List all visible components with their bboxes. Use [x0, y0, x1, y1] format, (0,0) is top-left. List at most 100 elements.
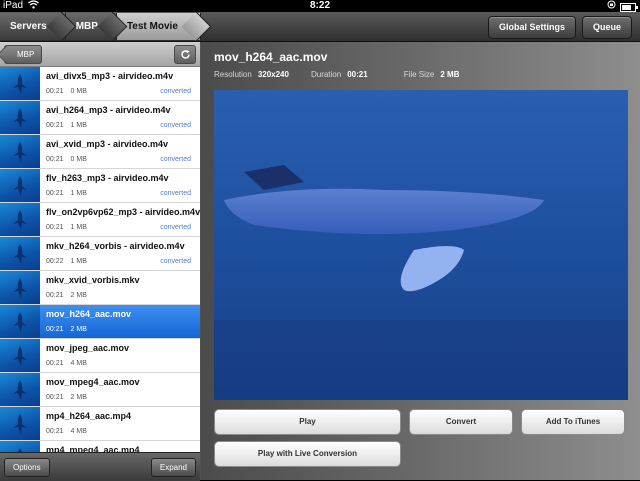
- list-item[interactable]: mov_mpeg4_aac.mov 00:21 2 MB: [0, 373, 200, 407]
- sidebar-footer: Options Expand: [0, 452, 200, 481]
- video-thumbnail: [0, 407, 40, 440]
- dolphin-icon: [13, 414, 27, 434]
- status-bar: iPad 8:22: [0, 0, 640, 12]
- list-item[interactable]: avi_xvid_mp3 - airvideo.m4v 00:21 0 MB conv…: [0, 135, 200, 169]
- video-thumbnail: [0, 339, 40, 372]
- file-name: avi_divx5_mp3 - airvideo.m4v: [46, 71, 174, 81]
- resolution-label: Resolution: [214, 70, 252, 79]
- play-button[interactable]: Play: [214, 409, 401, 435]
- video-info: Resolution 320x240 Duration 00:21 File S…: [214, 70, 460, 79]
- file-duration: 00:21: [46, 292, 64, 299]
- list-item[interactable]: flv_on2vp6vp62_mp3 - airvideo.m4v 00:21 1 …: [0, 203, 200, 237]
- back-button[interactable]: MBP: [4, 45, 43, 64]
- file-name: mp4_h264_aac.mp4: [46, 411, 132, 421]
- breadcrumb-test-movie[interactable]: Test Movie: [116, 13, 201, 40]
- duration-value: 00:21: [347, 70, 368, 79]
- file-name: mp4_mpeg4_aac.mp4: [46, 445, 140, 452]
- file-meta: 00:21 1 MB: [46, 122, 94, 129]
- play-live-conversion-button[interactable]: Play with Live Conversion: [214, 441, 401, 467]
- file-duration: 00:21: [46, 224, 64, 231]
- global-settings-button[interactable]: Global Settings: [487, 16, 576, 39]
- list-item[interactable]: avi_h264_mp3 - airvideo.m4v 00:21 1 MB conv…: [0, 101, 200, 135]
- video-thumbnail: [0, 271, 40, 304]
- list-item[interactable]: mkv_xvid_vorbis.mkv 00:21 2 MB: [0, 271, 200, 305]
- dolphin-icon: [13, 244, 27, 264]
- file-duration: 00:21: [46, 88, 64, 95]
- video-thumbnail: [0, 373, 40, 406]
- file-name: mkv_xvid_vorbis.mkv: [46, 275, 140, 285]
- converted-badge: converted: [160, 156, 191, 163]
- add-to-itunes-button[interactable]: Add To iTunes: [521, 409, 625, 435]
- video-thumbnail: [0, 67, 40, 100]
- file-size: 4 MB: [70, 428, 87, 435]
- dolphin-icon: [13, 312, 27, 332]
- file-list[interactable]: avi_divx5_mp3 - airvideo.m4v 00:21 0 MB con…: [0, 67, 200, 452]
- file-meta: 00:21 1 MB: [46, 190, 94, 197]
- video-thumbnail: [0, 135, 40, 168]
- file-name: flv_h263_mp3 - airvideo.m4v: [46, 173, 169, 183]
- refresh-icon: [180, 49, 191, 63]
- file-name: mov_mpeg4_aac.mov: [46, 377, 140, 387]
- video-preview[interactable]: [214, 90, 628, 400]
- video-thumbnail: [0, 237, 40, 270]
- file-size: 0 MB: [70, 156, 87, 163]
- file-meta: 00:21 2 MB: [46, 292, 94, 299]
- list-item[interactable]: avi_divx5_mp3 - airvideo.m4v 00:21 0 MB con…: [0, 67, 200, 101]
- clock: 8:22: [309, 0, 330, 11]
- file-name: mov_h264_aac.mov: [46, 309, 132, 319]
- file-size: 4 MB: [70, 360, 87, 367]
- file-duration: 00:21: [46, 122, 64, 129]
- sidebar-header: MBP: [0, 42, 200, 67]
- file-meta: 00:21 1 MB: [46, 224, 94, 231]
- duration-label: Duration: [310, 70, 342, 79]
- file-size: 1 MB: [70, 224, 87, 231]
- file-size: 2 MB: [70, 292, 87, 299]
- dolphin-icon: [13, 108, 27, 128]
- file-meta: 00:21 0 MB: [46, 156, 94, 163]
- list-item[interactable]: mov_jpeg_aac.mov 00:21 4 MB: [0, 339, 200, 373]
- file-duration: 00:21: [46, 156, 64, 163]
- file-meta: 00:21 2 MB: [46, 326, 94, 333]
- dolphin-icon: [13, 74, 27, 94]
- file-meta: 00:21 2 MB: [46, 394, 94, 401]
- file-size: 0 MB: [70, 88, 87, 95]
- file-size: 1 MB: [70, 258, 87, 265]
- video-thumbnail: [0, 441, 40, 452]
- dolphin-icon: [13, 142, 27, 162]
- file-duration: 00:21: [46, 326, 64, 333]
- list-item[interactable]: flv_h263_mp3 - airvideo.m4v 00:21 1 MB conv…: [0, 169, 200, 203]
- file-duration: 00:21: [46, 394, 64, 401]
- file-duration: 00:21: [46, 360, 64, 367]
- converted-badge: converted: [160, 88, 191, 95]
- refresh-button[interactable]: [174, 45, 196, 64]
- file-name: flv_on2vp6vp62_mp3 - airvideo.m4v: [46, 207, 200, 217]
- file-duration: 00:22: [46, 258, 64, 265]
- video-thumbnail: [0, 101, 40, 134]
- file-meta: 00:21 4 MB: [46, 428, 94, 435]
- file-name: mov_jpeg_aac.mov: [46, 343, 130, 353]
- breadcrumb-servers[interactable]: Servers: [0, 13, 66, 40]
- file-meta: 00:22 1 MB: [46, 258, 94, 265]
- video-thumbnail: [0, 305, 40, 338]
- detail-panel: mov_h264_aac.mov Resolution 320x240 Dura…: [201, 42, 640, 480]
- file-meta: 00:21 4 MB: [46, 360, 94, 367]
- queue-button[interactable]: Queue: [581, 16, 632, 39]
- file-duration: 00:21: [46, 428, 64, 435]
- converted-badge: converted: [160, 122, 191, 129]
- resolution-value: 320x240: [257, 70, 289, 79]
- list-item[interactable]: mp4_h264_aac.mp4 00:21 4 MB: [0, 407, 200, 441]
- file-name: avi_h264_mp3 - airvideo.m4v: [46, 105, 171, 115]
- filesize-label: File Size: [403, 70, 435, 79]
- list-item[interactable]: mp4_mpeg4_aac.mp4: [0, 441, 200, 452]
- list-item[interactable]: mkv_h264_vorbis - airvideo.m4v 00:22 1 MB c…: [0, 237, 200, 271]
- video-frame-image: [214, 90, 628, 400]
- file-duration: 00:21: [46, 190, 64, 197]
- list-item[interactable]: mov_h264_aac.mov 00:21 2 MB: [0, 305, 200, 339]
- convert-button[interactable]: Convert: [409, 409, 513, 435]
- dolphin-icon: [13, 346, 27, 366]
- page-title: mov_h264_aac.mov: [214, 50, 328, 64]
- battery-icon: [620, 2, 638, 12]
- file-name: mkv_h264_vorbis - airvideo.m4v: [46, 241, 185, 251]
- options-button[interactable]: Options: [4, 458, 50, 477]
- expand-button[interactable]: Expand: [150, 458, 196, 477]
